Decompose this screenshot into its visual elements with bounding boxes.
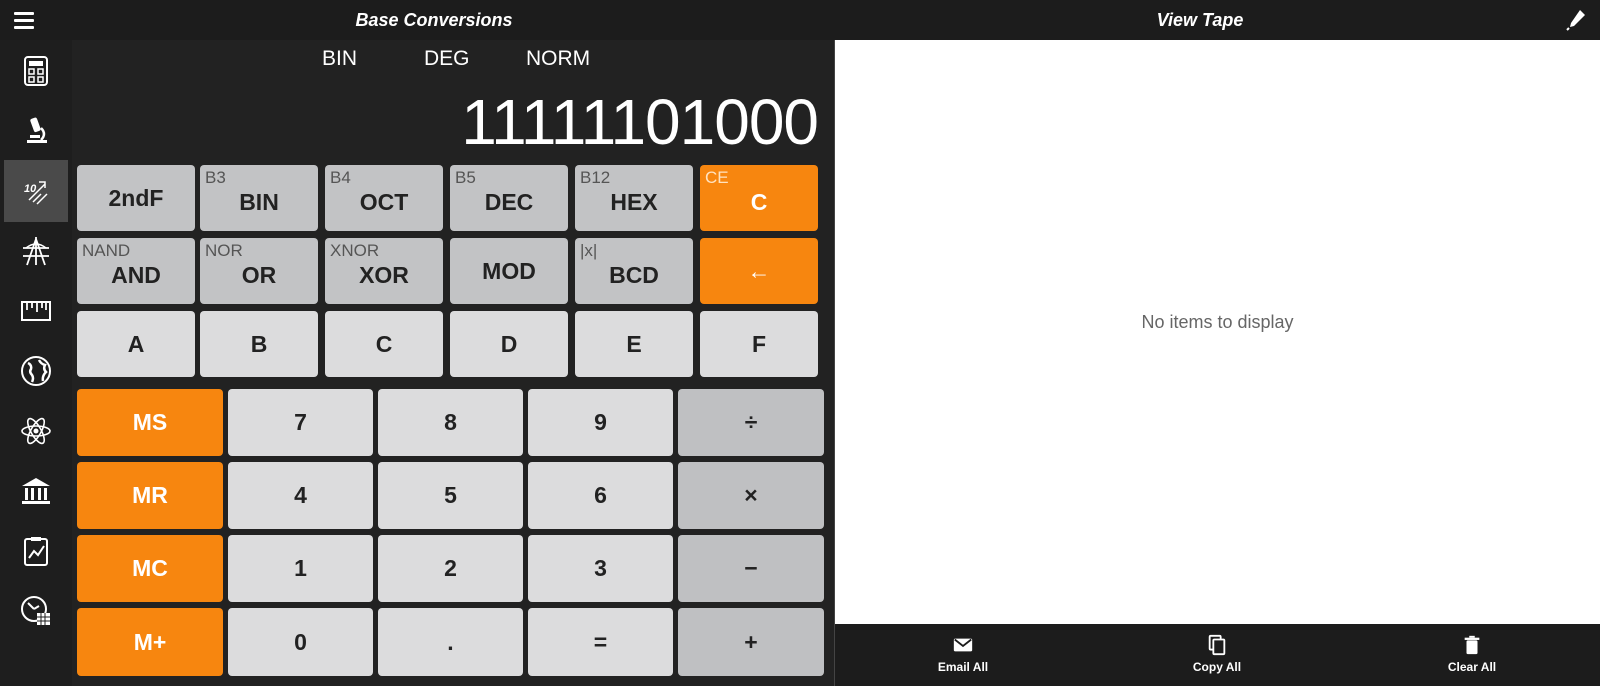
digit-2-key[interactable]: 2	[378, 535, 523, 602]
hex-digit-f-key[interactable]: F	[700, 311, 818, 377]
digit-9-key[interactable]: 9	[528, 389, 673, 456]
mod-key[interactable]: MOD	[450, 238, 568, 304]
base-conversion-icon: 10	[24, 181, 48, 205]
copy-icon	[1208, 634, 1226, 656]
multiply-key[interactable]: ×	[678, 462, 824, 529]
calculator-title: Base Conversions	[355, 10, 513, 30]
sidebar-item-units[interactable]	[4, 280, 68, 342]
hex-digit-b-key[interactable]: B	[200, 311, 318, 377]
subtract-key[interactable]: −	[678, 535, 824, 602]
sidebar-item-physics[interactable]	[4, 400, 68, 462]
top-bar: Base Conversions View Tape	[0, 0, 1600, 40]
hex-key[interactable]: B12 HEX	[575, 165, 693, 231]
tape-panel: No items to display	[835, 40, 1600, 624]
digit-1-key[interactable]: 1	[228, 535, 373, 602]
sidebar-item-geometry[interactable]	[4, 220, 68, 282]
sidebar-item-calculator[interactable]	[4, 40, 68, 102]
sidebar-item-base-conversions[interactable]: 10	[4, 160, 68, 222]
calculator-panel: BIN DEG NORM 11111101000 2ndF B3 BIN B4 OC…	[72, 40, 834, 686]
geometry-icon	[23, 237, 49, 266]
digit-4-key[interactable]: 4	[228, 462, 373, 529]
tape-title: View Tape	[1156, 10, 1244, 30]
digit-0-key[interactable]: 0	[228, 608, 373, 676]
pen-icon[interactable]	[1564, 8, 1588, 32]
oct-key[interactable]: B4 OCT	[325, 165, 443, 231]
hex-digit-e-key[interactable]: E	[575, 311, 693, 377]
memory-add-key[interactable]: M+	[77, 608, 223, 676]
bcd-key[interactable]: |x| BCD	[575, 238, 693, 304]
digit-8-key[interactable]: 8	[378, 389, 523, 456]
app-window: Base Conversions View Tape 10 BIN DEG NO…	[0, 0, 1600, 686]
atom-icon	[21, 417, 51, 445]
add-key[interactable]: +	[678, 608, 824, 676]
mode-angle[interactable]: DEG	[424, 44, 470, 74]
time-calendar-icon	[21, 596, 50, 625]
and-key[interactable]: NAND AND	[77, 238, 195, 304]
sidebar-item-statistics[interactable]	[4, 520, 68, 582]
mode-notation: NORM	[526, 47, 591, 70]
mail-icon	[953, 638, 973, 652]
or-key[interactable]: NOR OR	[200, 238, 318, 304]
equals-key[interactable]: =	[528, 608, 673, 676]
calculator-display: 11111101000	[461, 86, 819, 158]
digit-7-key[interactable]: 7	[228, 389, 373, 456]
hamburger-menu-icon[interactable]	[14, 10, 36, 30]
backspace-key[interactable]: ←	[700, 238, 818, 304]
hex-digit-a-key[interactable]: A	[77, 311, 195, 377]
dec-key[interactable]: B5 DEC	[450, 165, 568, 231]
bank-icon	[22, 478, 50, 504]
digit-3-key[interactable]: 3	[528, 535, 673, 602]
clear-all-button[interactable]: Clear All	[1412, 634, 1532, 682]
divide-key[interactable]: ÷	[678, 389, 824, 456]
globe-icon	[21, 356, 51, 386]
decimal-point-key[interactable]: .	[378, 608, 523, 676]
memory-clear-key[interactable]: MC	[77, 535, 223, 602]
email-all-button[interactable]: Email All	[903, 634, 1023, 682]
xor-key[interactable]: XNOR XOR	[325, 238, 443, 304]
sidebar-item-world[interactable]	[4, 340, 68, 402]
ruler-icon	[21, 301, 51, 321]
clear-key[interactable]: CE C	[700, 165, 818, 231]
copy-all-button[interactable]: Copy All	[1157, 634, 1277, 682]
empty-tape-message: No items to display	[1141, 312, 1294, 332]
clear-all-label: Clear All	[1447, 660, 1497, 674]
trash-icon	[1464, 635, 1480, 655]
arrow-left-icon: ←	[747, 257, 771, 284]
memory-store-key[interactable]: MS	[77, 389, 223, 456]
sidebar-item-science[interactable]	[4, 100, 68, 162]
copy-all-label: Copy All	[1192, 660, 1242, 674]
sidebar: 10	[0, 40, 72, 686]
sidebar-item-finance[interactable]	[4, 460, 68, 522]
hex-digit-d-key[interactable]: D	[450, 311, 568, 377]
microscope-icon	[27, 117, 47, 143]
digit-6-key[interactable]: 6	[528, 462, 673, 529]
tape-toolbar: Email All Copy All Clear All	[835, 624, 1600, 686]
bin-key[interactable]: B3 BIN	[200, 165, 318, 231]
second-function-key[interactable]: 2ndF	[77, 165, 195, 231]
memory-recall-key[interactable]: MR	[77, 462, 223, 529]
email-all-label: Email All	[937, 660, 989, 674]
chart-clipboard-icon	[24, 537, 48, 566]
calculator-icon	[24, 56, 48, 86]
sidebar-item-date-time[interactable]	[4, 580, 68, 642]
hex-digit-c-key[interactable]: C	[325, 311, 443, 377]
digit-5-key[interactable]: 5	[378, 462, 523, 529]
mode-base[interactable]: BIN	[322, 44, 357, 74]
